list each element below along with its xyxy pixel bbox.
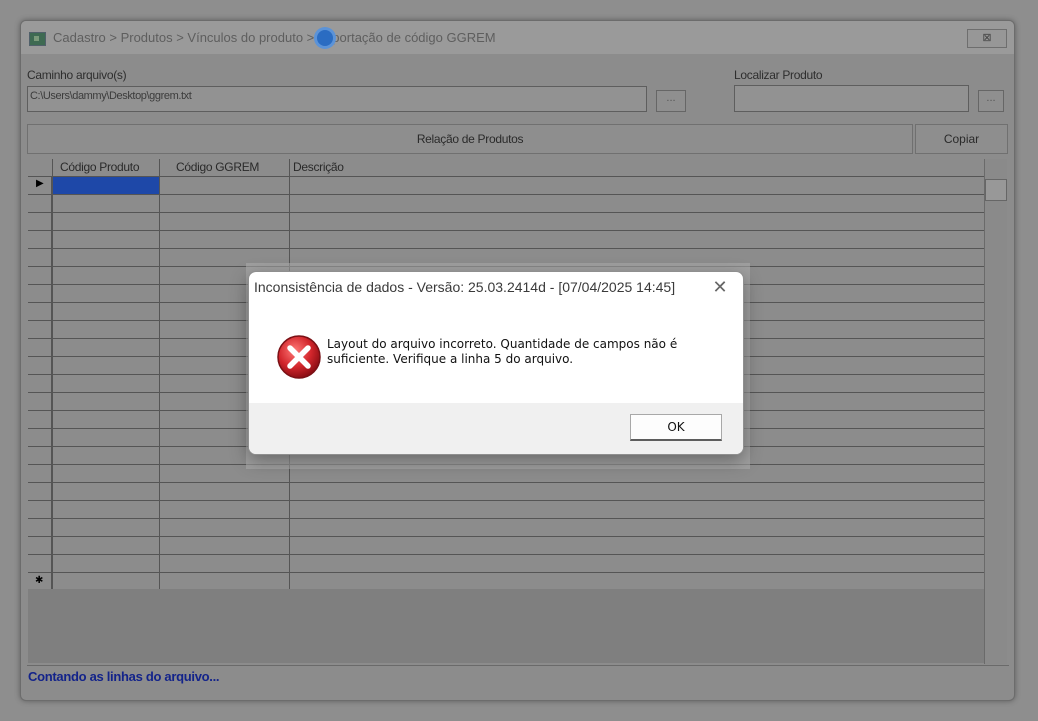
products-section-header: Relação de Produtos [27,124,913,154]
error-dialog: Inconsistência de dados - Versão: 25.03.… [248,271,744,455]
row-selector[interactable] [28,357,52,374]
row-selector[interactable] [28,213,52,230]
row-selector[interactable] [28,375,52,392]
row-selector[interactable] [28,465,52,482]
row-selector[interactable] [28,321,52,338]
current-row-arrow-icon: ▶ [36,178,44,189]
table-row[interactable] [28,555,984,573]
table-row[interactable] [28,519,984,537]
product-search-button[interactable]: ... [978,90,1004,112]
row-selector[interactable] [28,285,52,302]
row-selector[interactable] [28,447,52,464]
scrollbar-thumb[interactable] [985,179,1007,201]
title-bar: Cadastro > Produtos > Vínculos do produt… [21,21,1014,54]
row-selector[interactable] [28,195,52,212]
table-row[interactable] [28,501,984,519]
row-selector[interactable] [28,519,52,536]
column-header-codigo-ggrem[interactable]: Código GGREM [176,160,259,174]
window-title: Cadastro > Produtos > Vínculos do produt… [53,30,496,45]
row-selector[interactable] [28,483,52,500]
status-text: Contando as linhas do arquivo... [27,665,1009,690]
column-header-descricao[interactable]: Descrição [293,160,344,174]
row-selector[interactable] [28,411,52,428]
row-selector[interactable] [28,429,52,446]
table-row[interactable] [28,213,984,231]
error-icon [277,335,321,379]
table-row[interactable] [28,483,984,501]
row-selector[interactable] [28,501,52,518]
browse-file-button[interactable]: ... [656,90,686,112]
grid-empty-area [28,589,984,663]
dialog-close-button[interactable]: ✕ [709,278,731,298]
loading-spinner-icon [317,30,333,46]
row-selector[interactable] [28,555,52,572]
row-selector[interactable] [28,393,52,410]
product-search-input[interactable] [734,85,969,112]
app-icon [29,32,46,46]
table-row[interactable] [28,537,984,555]
row-selector[interactable]: ✱ [28,573,52,590]
column-header-codigo-produto[interactable]: Código Produto [60,160,140,174]
selected-cell[interactable] [53,177,159,194]
new-row-asterisk-icon: ✱ [35,575,44,586]
table-row[interactable]: ▶ [28,177,984,195]
dialog-message: Layout do arquivo incorreto. Quantidade … [327,337,678,366]
row-selector[interactable] [28,249,52,266]
ok-button[interactable]: OK [630,414,722,441]
copy-button[interactable]: Copiar [915,124,1008,154]
row-selector[interactable]: ▶ [28,177,52,194]
file-path-input[interactable]: C:\Users\dammy\Desktop\ggrem.txt [27,86,647,112]
dialog-title: Inconsistência de dados - Versão: 25.03.… [254,279,676,295]
table-row[interactable] [28,195,984,213]
file-path-label: Caminho arquivo(s) [27,68,127,82]
row-selector[interactable] [28,267,52,284]
window-close-button[interactable]: ⊠ [967,29,1007,48]
row-selector[interactable] [28,537,52,554]
row-selector[interactable] [28,339,52,356]
table-row[interactable] [28,231,984,249]
row-selector[interactable] [28,303,52,320]
product-search-label: Localizar Produto [734,68,823,82]
row-selector[interactable] [28,231,52,248]
grid-vertical-scrollbar[interactable] [984,159,1007,664]
